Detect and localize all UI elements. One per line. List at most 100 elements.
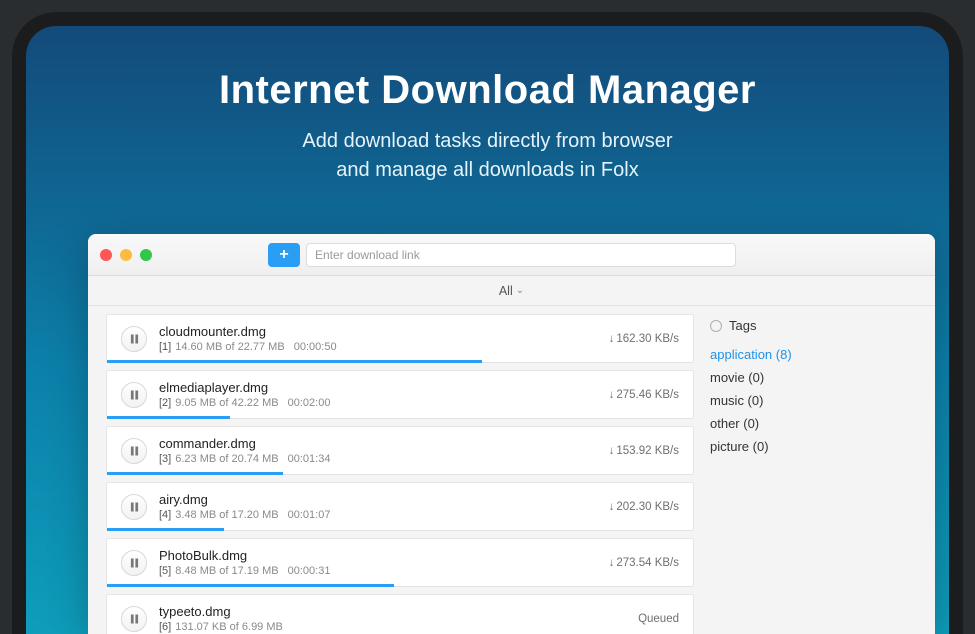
pause-button[interactable] <box>121 606 147 632</box>
download-subline: [1] 14.60 MB of 22.77 MB 00:00:50 <box>159 341 599 353</box>
download-filename: commander.dmg <box>159 436 599 451</box>
pause-button[interactable] <box>121 382 147 408</box>
download-speed: ↓162.30 KB/s <box>609 333 679 345</box>
close-button[interactable] <box>100 249 112 261</box>
app-window: + All ⌄ cloudmounter.dmg [1] 14.60 MB of 2… <box>88 234 935 634</box>
download-size: 3.48 MB of 17.20 MB <box>175 509 278 521</box>
download-row[interactable]: typeeto.dmg[6]131.07 KB of 6.99 MBQueued <box>106 594 694 634</box>
pause-button[interactable] <box>121 550 147 576</box>
download-speed-value: 273.54 KB/s <box>616 557 679 569</box>
progress-bar <box>107 416 230 419</box>
pause-icon <box>130 614 139 624</box>
download-time: 00:01:34 <box>285 453 331 465</box>
download-time: 00:00:31 <box>285 565 331 577</box>
pause-button[interactable] <box>121 326 147 352</box>
download-size: 131.07 KB of 6.99 MB <box>175 621 283 633</box>
hero-subtitle-line2: and manage all downloads in Folx <box>26 156 949 185</box>
download-time: 00:02:00 <box>285 397 331 409</box>
download-index: [6] <box>159 621 171 633</box>
download-info: cloudmounter.dmg [1] 14.60 MB of 22.77 MB … <box>159 324 599 353</box>
download-speed: ↓202.30 KB/s <box>609 501 679 513</box>
download-speed-value: 153.92 KB/s <box>616 445 679 457</box>
tags-sidebar: Tags application (8)movie (0)music (0)ot… <box>706 306 935 634</box>
tag-item[interactable]: movie (0) <box>710 366 917 389</box>
download-arrow-icon: ↓ <box>609 445 615 457</box>
window-controls <box>100 249 152 261</box>
progress-bar <box>107 360 482 363</box>
tag-item[interactable]: picture (0) <box>710 435 917 458</box>
tags-list: application (8)movie (0)music (0)other (… <box>710 343 917 458</box>
download-arrow-icon: ↓ <box>609 333 615 345</box>
download-time: 00:01:07 <box>285 509 331 521</box>
download-info: airy.dmg [4] 3.48 MB of 17.20 MB 00:01:07 <box>159 492 599 521</box>
filter-dropdown[interactable]: All ⌄ <box>88 276 935 306</box>
download-index: [4] <box>159 509 171 521</box>
device-frame: Internet Download Manager Add download t… <box>12 12 963 634</box>
download-speed: ↓153.92 KB/s <box>609 445 679 457</box>
hero-title: Internet Download Manager <box>26 68 949 113</box>
tag-circle-icon <box>710 320 722 332</box>
plus-icon: + <box>279 246 288 264</box>
download-status: Queued <box>638 613 679 625</box>
download-arrow-icon: ↓ <box>609 501 615 513</box>
download-arrow-icon: ↓ <box>609 557 615 569</box>
download-subline: [5]8.48 MB of 17.19 MB 00:00:31 <box>159 565 599 577</box>
download-row[interactable]: PhotoBulk.dmg [5]8.48 MB of 17.19 MB 00:0… <box>106 538 694 587</box>
add-download-button[interactable]: + <box>268 243 300 267</box>
toolbar: + <box>88 234 935 276</box>
tag-item[interactable]: music (0) <box>710 389 917 412</box>
pause-icon <box>130 446 139 456</box>
download-size: 8.48 MB of 17.19 MB <box>175 565 278 577</box>
hero-subtitle-line1: Add download tasks directly from browser <box>302 130 672 152</box>
filter-label: All <box>499 284 513 298</box>
downloads-list: cloudmounter.dmg [1] 14.60 MB of 22.77 MB … <box>88 306 706 634</box>
download-speed-value: 162.30 KB/s <box>616 333 679 345</box>
download-index: [1] <box>159 341 171 353</box>
download-subline: [6] 131.07 KB of 6.99 MB <box>159 621 628 633</box>
download-row[interactable]: elmediaplayer.dmg [2] 9.05 MB of 42.22 MB … <box>106 370 694 419</box>
zoom-button[interactable] <box>140 249 152 261</box>
download-speed-value: 202.30 KB/s <box>616 501 679 513</box>
tag-item[interactable]: other (0) <box>710 412 917 435</box>
pause-button[interactable] <box>121 494 147 520</box>
progress-bar <box>107 472 283 475</box>
download-index: [2] <box>159 397 171 409</box>
download-info: typeeto.dmg[6]131.07 KB of 6.99 MB <box>159 604 628 633</box>
download-speed: ↓273.54 KB/s <box>609 557 679 569</box>
download-subline: [4] 3.48 MB of 17.20 MB 00:01:07 <box>159 509 599 521</box>
pause-icon <box>130 502 139 512</box>
download-filename: airy.dmg <box>159 492 599 507</box>
download-row[interactable]: airy.dmg [4] 3.48 MB of 17.20 MB 00:01:07 ↓… <box>106 482 694 531</box>
pause-button[interactable] <box>121 438 147 464</box>
tags-header-label: Tags <box>729 318 756 333</box>
download-subline: [2] 9.05 MB of 42.22 MB 00:02:00 <box>159 397 599 409</box>
hero-subtitle: Add download tasks directly from browser… <box>26 127 949 185</box>
download-size: 9.05 MB of 42.22 MB <box>175 397 278 409</box>
download-speed: ↓275.46 KB/s <box>609 389 679 401</box>
download-info: elmediaplayer.dmg [2] 9.05 MB of 42.22 MB … <box>159 380 599 409</box>
download-row[interactable]: commander.dmg [3] 6.23 MB of 20.74 MB 00:0… <box>106 426 694 475</box>
download-filename: elmediaplayer.dmg <box>159 380 599 395</box>
pause-icon <box>130 390 139 400</box>
chevron-down-icon: ⌄ <box>516 285 524 296</box>
download-filename: cloudmounter.dmg <box>159 324 599 339</box>
download-subline: [3] 6.23 MB of 20.74 MB 00:01:34 <box>159 453 599 465</box>
download-speed-value: 275.46 KB/s <box>616 389 679 401</box>
download-arrow-icon: ↓ <box>609 389 615 401</box>
progress-bar <box>107 528 224 531</box>
download-size: 14.60 MB of 22.77 MB <box>175 341 284 353</box>
minimize-button[interactable] <box>120 249 132 261</box>
download-size: 6.23 MB of 20.74 MB <box>175 453 278 465</box>
content-area: cloudmounter.dmg [1] 14.60 MB of 22.77 MB … <box>88 306 935 634</box>
download-index: [3] <box>159 453 171 465</box>
progress-bar <box>107 584 394 587</box>
pause-icon <box>130 558 139 568</box>
download-row[interactable]: cloudmounter.dmg [1] 14.60 MB of 22.77 MB … <box>106 314 694 363</box>
download-time: 00:00:50 <box>291 341 337 353</box>
download-link-input[interactable] <box>306 243 736 267</box>
hero: Internet Download Manager Add download t… <box>26 26 949 185</box>
tag-item[interactable]: application (8) <box>710 343 917 366</box>
tags-header: Tags <box>710 318 917 333</box>
pause-icon <box>130 334 139 344</box>
download-filename: PhotoBulk.dmg <box>159 548 599 563</box>
